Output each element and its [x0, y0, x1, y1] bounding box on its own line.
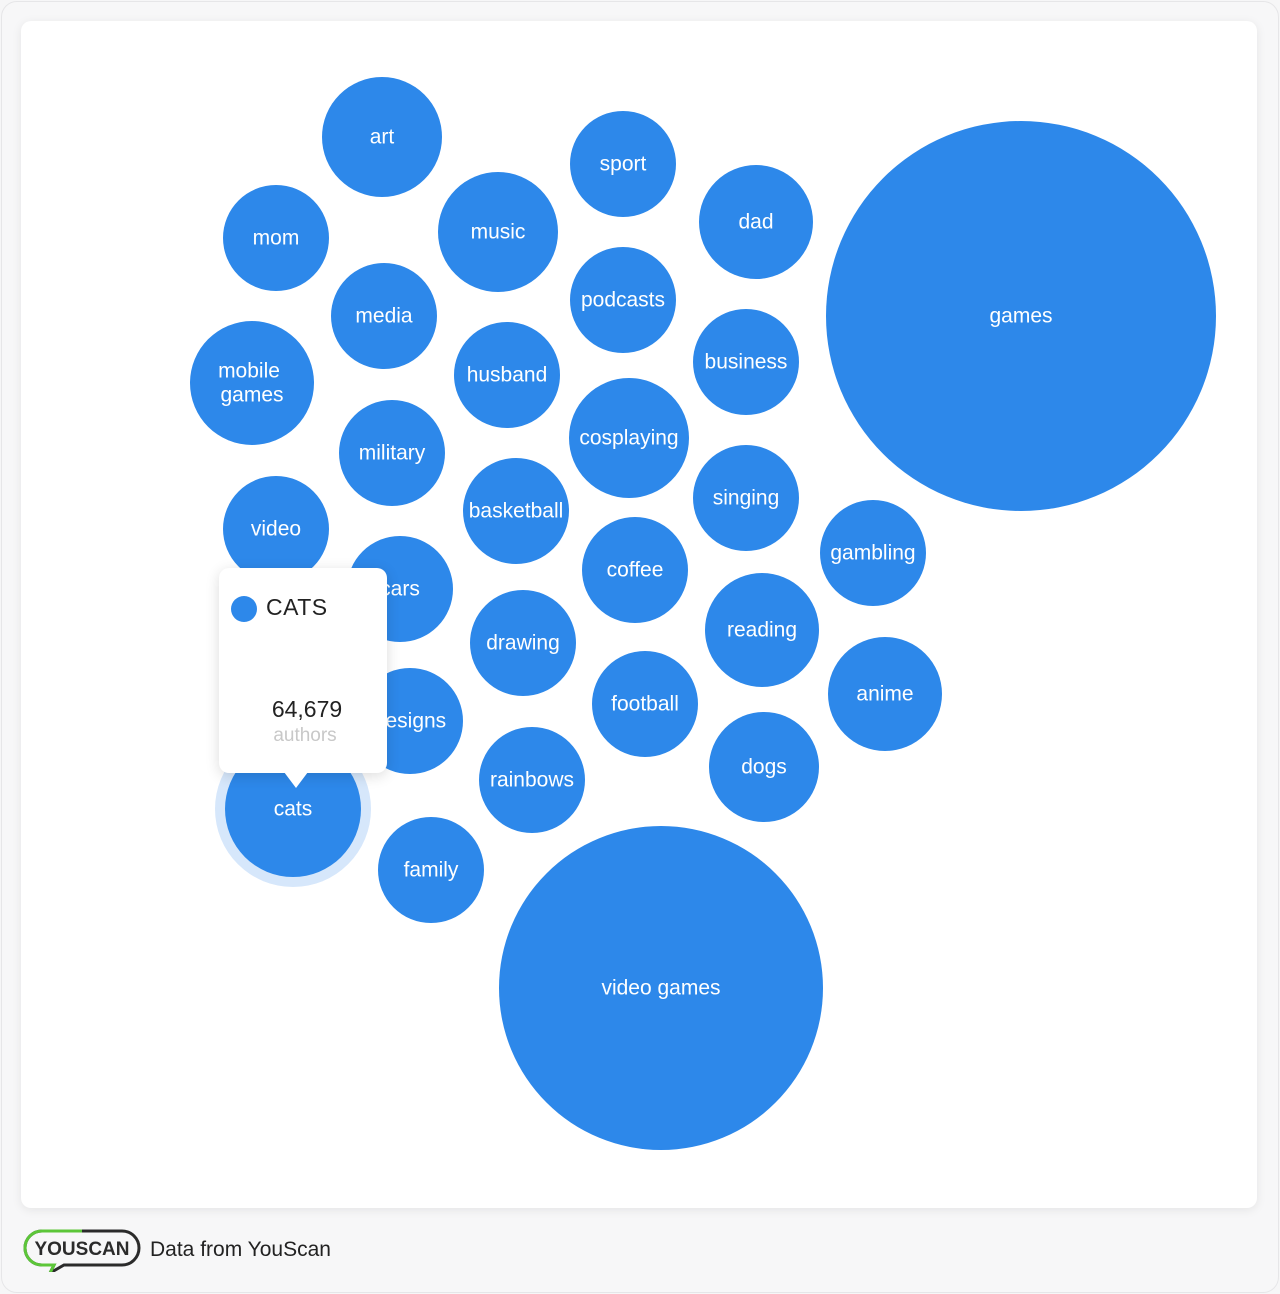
bubble-mobile-games[interactable]: mobilegames — [190, 321, 314, 445]
youscan-logo[interactable]: YOUSCAN — [22, 1228, 142, 1272]
bubble-rainbows[interactable]: rainbows — [479, 727, 585, 833]
bubble-label: drawing — [486, 632, 560, 655]
bubble-label: video games — [601, 977, 720, 1000]
bubble-label: cats — [274, 798, 313, 821]
bubble-drawing[interactable]: drawing — [470, 590, 576, 696]
bubble-label: anime — [856, 683, 913, 706]
bubble-reading[interactable]: reading — [705, 573, 819, 687]
bubble-label: business — [705, 351, 788, 374]
bubble-video-games[interactable]: video games — [499, 826, 823, 1150]
bubble-sport[interactable]: sport — [570, 111, 676, 217]
tooltip-value: 64,679 — [271, 696, 343, 722]
bubble-label: football — [611, 693, 679, 716]
bubble-label: coffee — [607, 559, 664, 582]
bubble-podcasts[interactable]: podcasts — [570, 247, 676, 353]
bubble-label: reading — [727, 619, 797, 642]
bubble-label: gambling — [830, 542, 915, 565]
bubble-label: video — [251, 518, 301, 541]
bubble-dad[interactable]: dad — [699, 165, 813, 279]
bubble-label: games — [989, 305, 1052, 328]
bubble-singing[interactable]: singing — [693, 445, 799, 551]
bubble-label: podcasts — [581, 289, 665, 312]
bubble-basketball[interactable]: basketball — [463, 458, 569, 564]
tooltip-series-dot — [231, 596, 257, 622]
bubble-label: media — [355, 305, 413, 328]
bubble-label: dad — [738, 211, 773, 234]
footer-credit: Data from YouScan — [150, 1238, 331, 1261]
bubble-anime[interactable]: anime — [828, 637, 942, 751]
tooltip-title: CATS — [266, 594, 328, 620]
bubble-mom[interactable]: mom — [223, 185, 329, 291]
bubble-military[interactable]: military — [339, 400, 445, 506]
bubble-dogs[interactable]: dogs — [709, 712, 819, 822]
bubble-label: singing — [713, 487, 780, 510]
bubble-label: military — [359, 442, 426, 465]
bubble-video[interactable]: video — [223, 476, 329, 582]
bubble-husband[interactable]: husband — [454, 322, 560, 428]
bubble-label: mobile — [218, 360, 280, 383]
bubble-games[interactable]: games — [826, 121, 1216, 511]
bubble-media[interactable]: media — [331, 263, 437, 369]
bubble-label: sport — [600, 153, 647, 176]
bubble-label: husband — [467, 364, 548, 387]
bubble-art[interactable]: art — [322, 77, 442, 197]
bubble-label: rainbows — [490, 769, 574, 792]
bubble-label: music — [471, 221, 526, 244]
bubble-gambling[interactable]: gambling — [820, 500, 926, 606]
bubble-football[interactable]: football — [592, 651, 698, 757]
bubble-cosplaying[interactable]: cosplaying — [569, 378, 689, 498]
tooltip-unit: authors — [273, 725, 337, 746]
bubble-label: family — [404, 859, 459, 882]
bubble-label: mom — [253, 227, 300, 250]
bubble-coffee[interactable]: coffee — [582, 517, 688, 623]
bubble-label: dogs — [741, 756, 787, 779]
bubble-family[interactable]: family — [378, 817, 484, 923]
bubble-label: art — [370, 126, 395, 149]
logo-text: YOUSCAN — [34, 1239, 129, 1260]
bubble-music[interactable]: music — [438, 172, 558, 292]
bubble-label: basketball — [469, 500, 564, 523]
bubble-chart: games video games art music cosplaying mobile… — [190, 77, 1216, 1150]
bubble-label: cosplaying — [579, 427, 678, 450]
tooltip-arrow — [284, 772, 308, 788]
footer: YOUSCAN Data from YouScan — [22, 1228, 331, 1272]
bubble-business[interactable]: business — [693, 309, 799, 415]
bubble-label: games — [220, 384, 283, 407]
tooltip: CATS 64,679 authors — [219, 568, 387, 773]
